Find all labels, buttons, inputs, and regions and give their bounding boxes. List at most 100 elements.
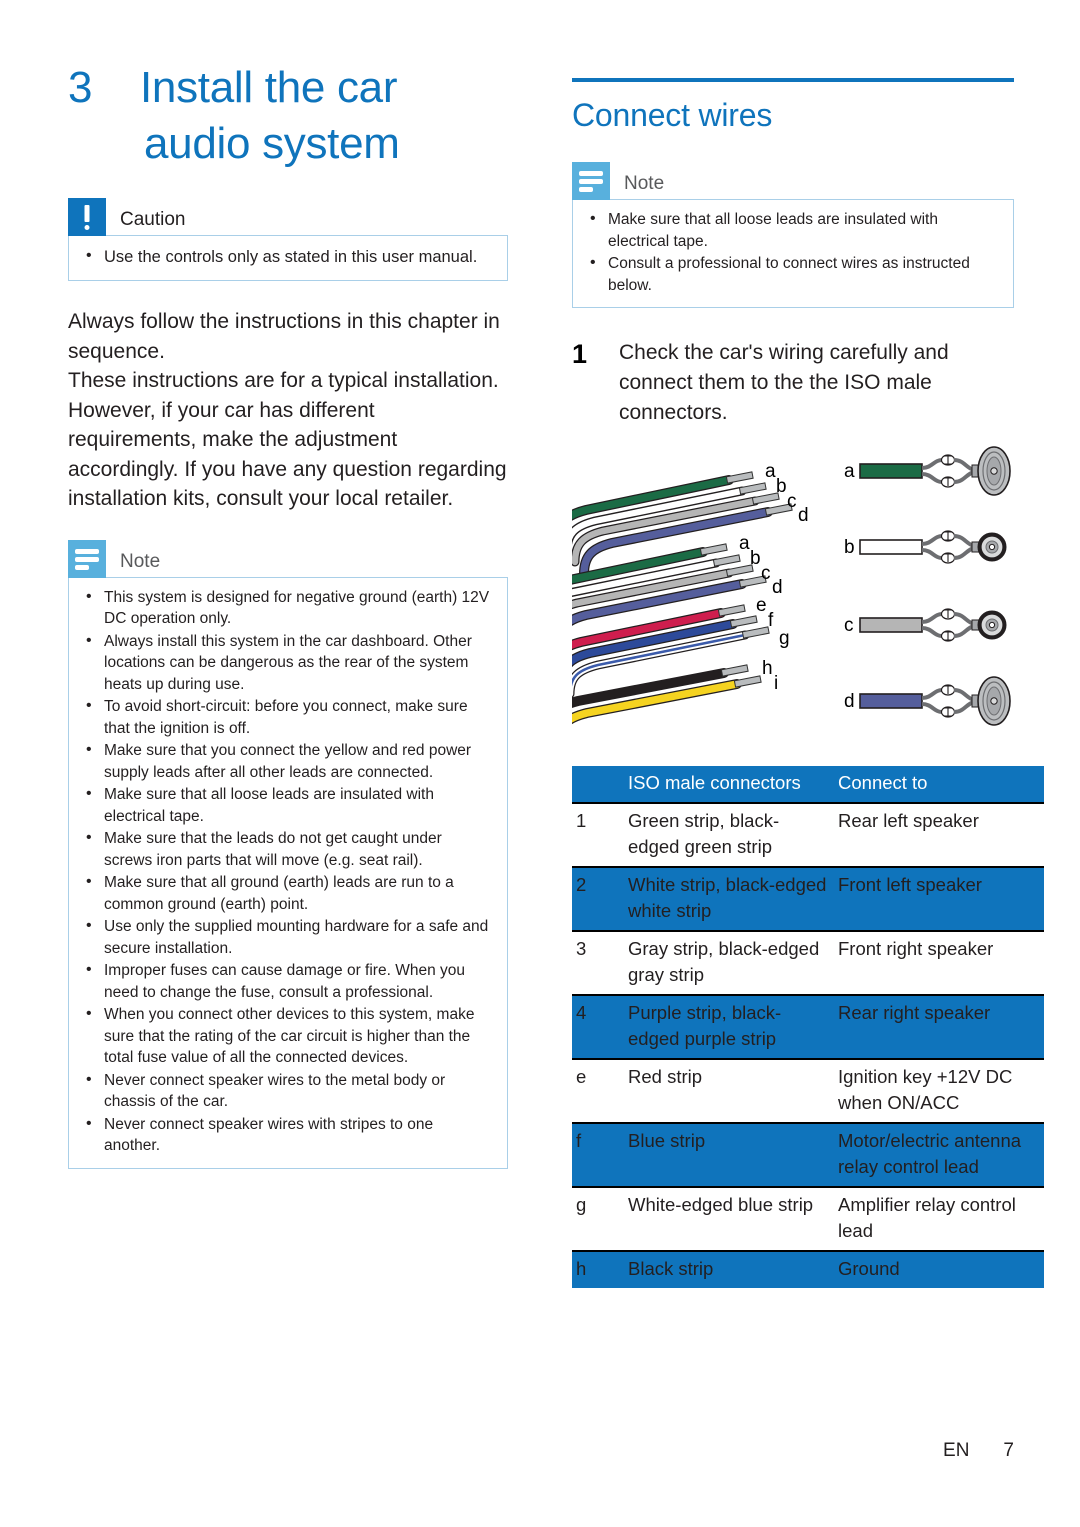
row-connect: Amplifier relay control lead bbox=[838, 1194, 1016, 1241]
row-index: e bbox=[576, 1066, 587, 1087]
intro-paragraph-2: These instructions are for a typical ins… bbox=[68, 369, 507, 510]
harness-label-d2: d bbox=[772, 577, 783, 598]
list-item: Never connect speaker wires with stripes… bbox=[83, 1113, 493, 1157]
table-header-iso: ISO male connectors bbox=[628, 772, 801, 793]
speaker-diagram-c: c c bbox=[844, 608, 1007, 642]
list-item: Improper fuses can cause damage or fire.… bbox=[83, 959, 493, 1003]
harness-label-c1: c bbox=[787, 491, 797, 512]
footer-page-number: 7 bbox=[1003, 1440, 1014, 1461]
note-header-right: Note bbox=[572, 162, 1014, 200]
harness-label-a2: a bbox=[739, 533, 750, 554]
speaker-label-left-c: c bbox=[844, 615, 854, 636]
row-connect: Ignition key +12V DC when ON/ACC bbox=[838, 1066, 1013, 1113]
harness-label-h: h bbox=[762, 658, 773, 679]
row-connect: Front left speaker bbox=[838, 874, 982, 895]
row-iso: Gray strip, black-edged gray strip bbox=[628, 938, 820, 985]
table-row: h Black strip Ground bbox=[572, 1251, 1044, 1288]
note-line-3 bbox=[75, 564, 89, 570]
table-row: g White-edged blue strip Amplifier relay… bbox=[572, 1187, 1044, 1251]
list-item: Use only the supplied mounting hardware … bbox=[83, 915, 493, 959]
note-label-left: Note bbox=[120, 550, 161, 572]
row-iso: White strip, black-edged white strip bbox=[628, 874, 827, 921]
exclamation-bar bbox=[84, 205, 90, 222]
chapter-title-line2: audio system bbox=[144, 119, 400, 168]
page-footer: EN 7 bbox=[0, 1440, 1080, 1462]
section-title: Connect wires bbox=[572, 97, 773, 133]
harness-label-i: i bbox=[774, 673, 778, 694]
table-row: f Blue strip Motor/electric antenna rela… bbox=[572, 1123, 1044, 1187]
row-index: 3 bbox=[576, 938, 587, 959]
row-connect: Rear left speaker bbox=[838, 810, 979, 831]
row-index: 4 bbox=[576, 1002, 587, 1023]
row-iso: White-edged blue strip bbox=[628, 1194, 814, 1215]
row-iso: Purple strip, black-edged purple strip bbox=[628, 1002, 782, 1049]
speaker-diagram-a: a a bbox=[844, 446, 1011, 496]
harness-label-a1: a bbox=[765, 461, 776, 482]
speaker-label-left-b: b bbox=[844, 537, 855, 558]
list-item: When you connect other devices to this s… bbox=[83, 1003, 493, 1069]
table-row: 1 Green strip, black-edged green strip R… bbox=[572, 803, 1044, 867]
harness-label-e: e bbox=[756, 595, 767, 616]
list-item: This system is designed for negative gro… bbox=[83, 586, 493, 630]
speaker-label-left-a: a bbox=[844, 461, 855, 482]
note-body-right: Make sure that all loose leads are insul… bbox=[572, 199, 1014, 308]
row-iso: Black strip bbox=[628, 1258, 714, 1279]
chapter-number: 3 bbox=[68, 63, 93, 112]
row-index: f bbox=[576, 1130, 582, 1151]
speaker-diagram-d: d d bbox=[844, 676, 1011, 726]
note-callout-right: Note Make sure that all loose leads are … bbox=[572, 162, 1014, 308]
note-line-2 bbox=[75, 556, 99, 562]
harness-label-b2: b bbox=[750, 548, 761, 569]
note-header-left: Note bbox=[68, 539, 508, 578]
list-item: Make sure that all ground (earth) leads … bbox=[83, 871, 493, 915]
list-item: Make sure that all loose leads are insul… bbox=[83, 783, 493, 827]
harness-group-2 bbox=[572, 543, 767, 626]
right-column: Connect wires Note Make sure that all lo… bbox=[572, 78, 1044, 1288]
row-index: h bbox=[576, 1258, 587, 1279]
table-row: 3 Gray strip, black-edged gray strip Fro… bbox=[572, 931, 1044, 995]
harness-label-g: g bbox=[779, 628, 790, 649]
list-item: To avoid short-circuit: before you conne… bbox=[83, 695, 493, 739]
row-iso: Green strip, black-edged green strip bbox=[628, 810, 780, 857]
intro-paragraph-1: Always follow the instructions in this c… bbox=[68, 310, 500, 363]
harness-label-d1: d bbox=[798, 505, 809, 526]
note-list-left: This system is designed for negative gro… bbox=[83, 586, 493, 1157]
exclamation-icon bbox=[68, 198, 106, 236]
list-item: Consult a professional to connect wires … bbox=[587, 252, 999, 296]
footer-language: EN bbox=[943, 1440, 970, 1461]
list-item: Make sure that all loose leads are insul… bbox=[587, 208, 999, 252]
list-item: Make sure that the leads do not get caug… bbox=[83, 827, 493, 871]
speaker-diagram-b: b b bbox=[844, 530, 1007, 564]
table-header-index bbox=[572, 766, 624, 803]
list-item: Never connect speaker wires to the metal… bbox=[83, 1069, 493, 1113]
step-number: 1 bbox=[572, 339, 588, 369]
row-connect: Rear right speaker bbox=[838, 1002, 991, 1023]
caution-callout: Caution Use the controls only as stated … bbox=[68, 198, 508, 281]
row-connect: Front right speaker bbox=[838, 938, 994, 959]
note-line-1 bbox=[579, 171, 603, 176]
caution-body: Use the controls only as stated in this … bbox=[68, 235, 508, 281]
intro-paragraphs: Always follow the instructions in this c… bbox=[68, 307, 508, 514]
speaker-label-left-d: d bbox=[844, 691, 855, 712]
step-text: Check the car's wiring carefully and con… bbox=[619, 341, 949, 424]
table-row: e Red strip Ignition key +12V DC when ON… bbox=[572, 1059, 1044, 1123]
caution-label: Caution bbox=[120, 209, 186, 230]
note-body-left: This system is designed for negative gro… bbox=[68, 576, 508, 1169]
chapter-heading: 3 Install the car audio system bbox=[68, 60, 508, 172]
wiring-table: ISO male connectors Connect to 1 Green s… bbox=[572, 766, 1044, 1288]
note-list-right: Make sure that all loose leads are insul… bbox=[587, 208, 999, 296]
harness-label-c2: c bbox=[761, 563, 771, 584]
table-header-connect: Connect to bbox=[838, 772, 928, 793]
chapter-title: Install the car audio system bbox=[140, 60, 400, 172]
left-column: 3 Install the car audio system Caution U… bbox=[68, 60, 508, 1169]
row-index: 1 bbox=[576, 810, 587, 831]
note-callout-left: Note This system is designed for negativ… bbox=[68, 539, 508, 1169]
note-lines-icon bbox=[68, 539, 106, 578]
list-item: Make sure that you connect the yellow an… bbox=[83, 739, 493, 783]
row-connect: Ground bbox=[838, 1258, 900, 1279]
list-item: Use the controls only as stated in this … bbox=[83, 244, 493, 269]
table-header-row: ISO male connectors Connect to bbox=[572, 766, 1044, 803]
harness-label-b1: b bbox=[776, 476, 787, 497]
section-rule bbox=[572, 78, 1014, 82]
table-row: 2 White strip, black-edged white strip F… bbox=[572, 867, 1044, 931]
